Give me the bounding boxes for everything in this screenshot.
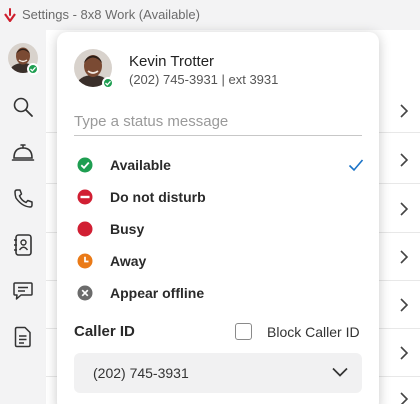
window-title: Settings - 8x8 Work (Available) [22, 7, 200, 22]
nav-document[interactable] [9, 323, 37, 351]
nav-concierge[interactable] [9, 139, 37, 167]
block-caller-id-checkbox[interactable] [235, 323, 252, 340]
app-logo-icon [4, 8, 16, 22]
status-option-label: Available [110, 157, 171, 173]
status-option-do-not-disturb[interactable]: Do not disturb [74, 184, 364, 210]
status-option-away[interactable]: Away [74, 248, 364, 274]
status-option-label: Appear offline [110, 285, 205, 301]
chevron-right-icon[interactable] [398, 346, 410, 360]
chevron-right-icon[interactable] [398, 153, 410, 167]
nav-phone[interactable] [9, 185, 37, 213]
status-option-busy[interactable]: Busy [74, 216, 364, 242]
nav-search[interactable] [9, 93, 37, 121]
status-option-available[interactable]: Available [74, 152, 364, 178]
do-not-disturb-icon [77, 189, 93, 205]
presence-available-icon [27, 63, 39, 75]
status-option-label: Away [110, 253, 147, 269]
status-option-appear-offline[interactable]: Appear offline [74, 280, 364, 306]
title-bar: Settings - 8x8 Work (Available) [0, 0, 420, 30]
caller-id-select[interactable]: (202) 745-3931 [74, 353, 362, 393]
status-option-label: Do not disturb [110, 189, 206, 205]
offline-x-icon [77, 285, 93, 301]
chevron-right-icon[interactable] [398, 104, 410, 118]
nav-chat[interactable] [9, 277, 37, 305]
profile-name: Kevin Trotter [129, 53, 215, 70]
nav-contacts[interactable] [9, 231, 37, 259]
selected-check-icon [348, 159, 364, 172]
caller-id-label: Caller ID [74, 323, 135, 340]
contacts-icon [14, 234, 32, 256]
chevron-right-icon[interactable] [398, 202, 410, 216]
phone-icon [14, 189, 33, 208]
chevron-down-icon [332, 367, 348, 377]
chat-icon [13, 282, 33, 300]
search-icon [13, 97, 33, 117]
document-icon [14, 326, 31, 348]
chevron-right-icon[interactable] [398, 392, 410, 404]
presence-available-icon [102, 77, 114, 89]
caller-id-selected-value: (202) 745-3931 [93, 365, 189, 381]
status-message-input[interactable] [74, 108, 362, 136]
available-check-icon [77, 157, 93, 173]
concierge-bell-icon [11, 144, 35, 161]
away-clock-icon [77, 253, 93, 269]
status-popup: Kevin Trotter (202) 745-3931 | ext 3931 … [57, 32, 379, 404]
block-caller-id-label[interactable]: Block Caller ID [267, 324, 360, 340]
nav-rail [0, 30, 46, 404]
profile-phone: (202) 745-3931 | ext 3931 [129, 72, 279, 87]
chevron-right-icon[interactable] [398, 250, 410, 264]
status-option-label: Busy [110, 221, 145, 237]
busy-icon [77, 221, 93, 237]
chevron-right-icon[interactable] [398, 298, 410, 312]
